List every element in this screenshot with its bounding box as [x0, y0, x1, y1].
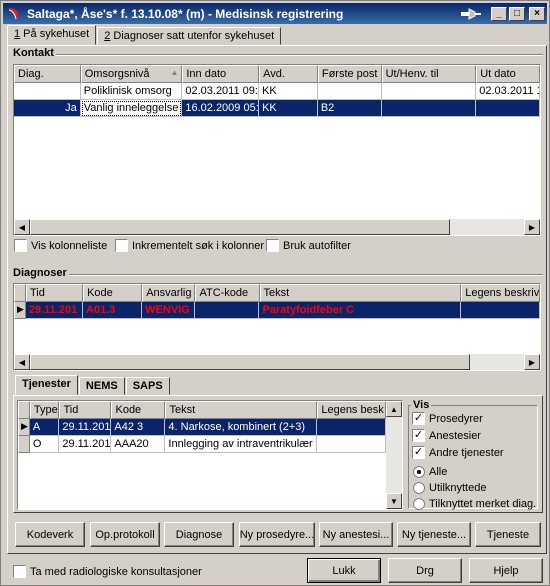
- app-logo-icon: [8, 7, 19, 20]
- hjelp-button[interactable]: Hjelp: [469, 558, 543, 583]
- diagnose-row-selected[interactable]: ▶ 29.11.201 A01.3 WENVIG Paratyfoidfeber…: [14, 302, 540, 319]
- kontakt-divider: [11, 54, 543, 56]
- col-legens-beskriv[interactable]: Legens beskriv: [461, 284, 540, 302]
- radio-icon[interactable]: [413, 482, 425, 494]
- prosedyrer-checkbox[interactable]: ✓ Prosedyrer: [412, 412, 483, 425]
- bruk-autofilter-checkbox[interactable]: Bruk autofilter: [266, 239, 351, 252]
- checkmark-icon[interactable]: ✓: [412, 429, 425, 442]
- diagnose-button[interactable]: Diagnose: [164, 522, 234, 547]
- tjenester-grid[interactable]: Type Tid Kode Tekst Legens besk ▶ A 29.1…: [17, 400, 403, 510]
- tjeneste-row[interactable]: O 29.11.201 AAA20 Innlegging av intraven…: [18, 436, 386, 453]
- radio-utilknyttede[interactable]: Utilknyttede: [413, 482, 486, 494]
- checkbox-box[interactable]: [115, 239, 128, 252]
- checkmark-icon[interactable]: ✓: [412, 446, 425, 459]
- tab-diagnoser-utenfor[interactable]: 2 Diagnoser satt utenfor sykehuset: [97, 27, 282, 45]
- sort-ascending-icon: ▲: [170, 68, 179, 77]
- diagnoser-grid[interactable]: Tid Kode Ansvarlig ATC-kode Tekst Legens…: [13, 283, 541, 371]
- tab-nems[interactable]: NEMS: [78, 377, 125, 395]
- diagnoser-header-row: Tid Kode Ansvarlig ATC-kode Tekst Legens…: [14, 284, 540, 302]
- drg-button[interactable]: Drg: [388, 558, 462, 583]
- checkbox-box[interactable]: [14, 239, 27, 252]
- col-avd[interactable]: Avd.: [259, 65, 318, 83]
- minimize-button[interactable]: _: [491, 6, 507, 21]
- tab-saps[interactable]: SAPS: [125, 377, 170, 395]
- col-forste-post[interactable]: Første post: [317, 65, 382, 83]
- col-tekst[interactable]: Tekst: [259, 284, 462, 302]
- col-kode[interactable]: Kode: [83, 284, 143, 302]
- kontakt-title: Kontakt: [11, 47, 56, 59]
- col-tid[interactable]: Tid: [25, 284, 84, 302]
- col-ut-dato[interactable]: Ut dato: [476, 65, 540, 83]
- anestesier-checkbox[interactable]: ✓ Anestesier: [412, 429, 481, 442]
- close-button[interactable]: ×: [529, 6, 545, 21]
- row-pointer-icon: ▶: [18, 419, 30, 436]
- ny-prosedyre-button[interactable]: Ny prosedyre...: [239, 522, 315, 547]
- title-bar[interactable]: Saltaga*, Åse's* f. 13.10.08* (m) - Medi…: [3, 3, 547, 24]
- op-protokoll-button[interactable]: Op.protokoll: [90, 522, 160, 547]
- diagnoser-hscroll-thumb[interactable]: [30, 354, 470, 370]
- tjeneste-button[interactable]: Tjeneste: [475, 522, 541, 547]
- tab-pa-sykehuset[interactable]: 1 På sykehuset: [7, 25, 97, 45]
- main-window: Saltaga*, Åse's* f. 13.10.08* (m) - Medi…: [0, 0, 550, 586]
- ny-anestesi-button[interactable]: Ny anestesi...: [319, 522, 393, 547]
- scroll-down-icon[interactable]: ▼: [386, 493, 402, 509]
- scroll-left-icon[interactable]: ◀: [14, 354, 30, 370]
- col-atc-kode[interactable]: ATC-kode: [195, 284, 260, 302]
- col-kode[interactable]: Kode: [111, 401, 166, 419]
- scroll-right-icon[interactable]: ▶: [524, 219, 540, 235]
- vis-title: Vis: [411, 399, 432, 411]
- col-type[interactable]: Type: [29, 401, 60, 419]
- col-legens-besk[interactable]: Legens besk: [317, 401, 386, 419]
- kontakt-grid[interactable]: Diag. Omsorgsnivå ▲ Inn dato Avd. Første …: [13, 64, 541, 236]
- tab-tjenester[interactable]: Tjenester: [15, 375, 78, 395]
- vis-kolonneliste-checkbox[interactable]: Vis kolonneliste: [14, 239, 107, 252]
- radio-tilknyttet-merket[interactable]: Tilknyttet merket diag.: [413, 498, 536, 510]
- kontakt-hscroll-thumb[interactable]: [30, 219, 450, 235]
- diagnoser-divider: [11, 274, 543, 276]
- andre-tjenester-checkbox[interactable]: ✓ Andre tjenester: [412, 446, 504, 459]
- diagnoser-hscrollbar[interactable]: ◀ ▶: [14, 354, 540, 370]
- checkbox-box[interactable]: [266, 239, 279, 252]
- checkbox-box[interactable]: [13, 565, 26, 578]
- maximize-button[interactable]: □: [509, 6, 525, 21]
- tjeneste-row-selected[interactable]: ▶ A 29.11.201 A42 3 4. Narkose, kombiner…: [18, 419, 386, 436]
- col-inn-dato[interactable]: Inn dato: [182, 65, 260, 83]
- inkrementelt-sok-checkbox[interactable]: Inkrementelt søk i kolonner: [115, 239, 264, 252]
- sub-tab-strip: Tjenester NEMS SAPS: [15, 375, 171, 395]
- tjenester-vscrollbar[interactable]: ▲ ▼: [386, 401, 402, 509]
- col-tekst[interactable]: Tekst: [165, 401, 318, 419]
- scroll-left-icon[interactable]: ◀: [14, 219, 30, 235]
- radio-alle[interactable]: Alle: [413, 466, 447, 478]
- kontakt-row-selected[interactable]: Ja Vanlig inneleggelse 16.02.2009 05: KK…: [14, 100, 540, 117]
- ny-tjeneste-button[interactable]: Ny tjeneste...: [397, 522, 471, 547]
- kodeverk-button[interactable]: Kodeverk: [15, 522, 85, 547]
- col-diag[interactable]: Diag.: [14, 65, 81, 83]
- pin-icon[interactable]: [459, 7, 483, 21]
- diagnoser-title: Diagnoser: [11, 267, 69, 279]
- kontakt-header-row: Diag. Omsorgsnivå ▲ Inn dato Avd. Første …: [14, 65, 540, 83]
- scroll-up-icon[interactable]: ▲: [386, 401, 402, 417]
- scroll-right-icon[interactable]: ▶: [524, 354, 540, 370]
- col-tid[interactable]: Tid: [59, 401, 112, 419]
- radio-selected-icon[interactable]: [413, 466, 425, 478]
- window-title: Saltaga*, Åse's* f. 13.10.08* (m) - Medi…: [27, 6, 344, 21]
- row-indicator-header: [14, 284, 26, 302]
- col-ansvarlig[interactable]: Ansvarlig: [142, 284, 196, 302]
- kontakt-hscrollbar[interactable]: ◀ ▶: [14, 219, 540, 235]
- kontakt-row[interactable]: Poliklinisk omsorg 02.03.2011 09: KK 02.…: [14, 83, 540, 100]
- lukk-button[interactable]: Lukk: [307, 558, 381, 583]
- col-ut-henv[interactable]: Ut/Henv. til: [381, 65, 477, 83]
- radiologiske-konsultasjoner-checkbox[interactable]: Ta med radiologiske konsultasjoner: [13, 565, 202, 578]
- row-pointer-icon: ▶: [14, 302, 26, 319]
- checkmark-icon[interactable]: ✓: [412, 412, 425, 425]
- tjenester-header-row: Type Tid Kode Tekst Legens besk: [18, 401, 386, 419]
- radio-icon[interactable]: [413, 498, 425, 510]
- main-tab-strip: 1 På sykehuset 2 Diagnoser satt utenfor …: [7, 25, 282, 45]
- col-omsorgsniva[interactable]: Omsorgsnivå ▲: [80, 65, 183, 83]
